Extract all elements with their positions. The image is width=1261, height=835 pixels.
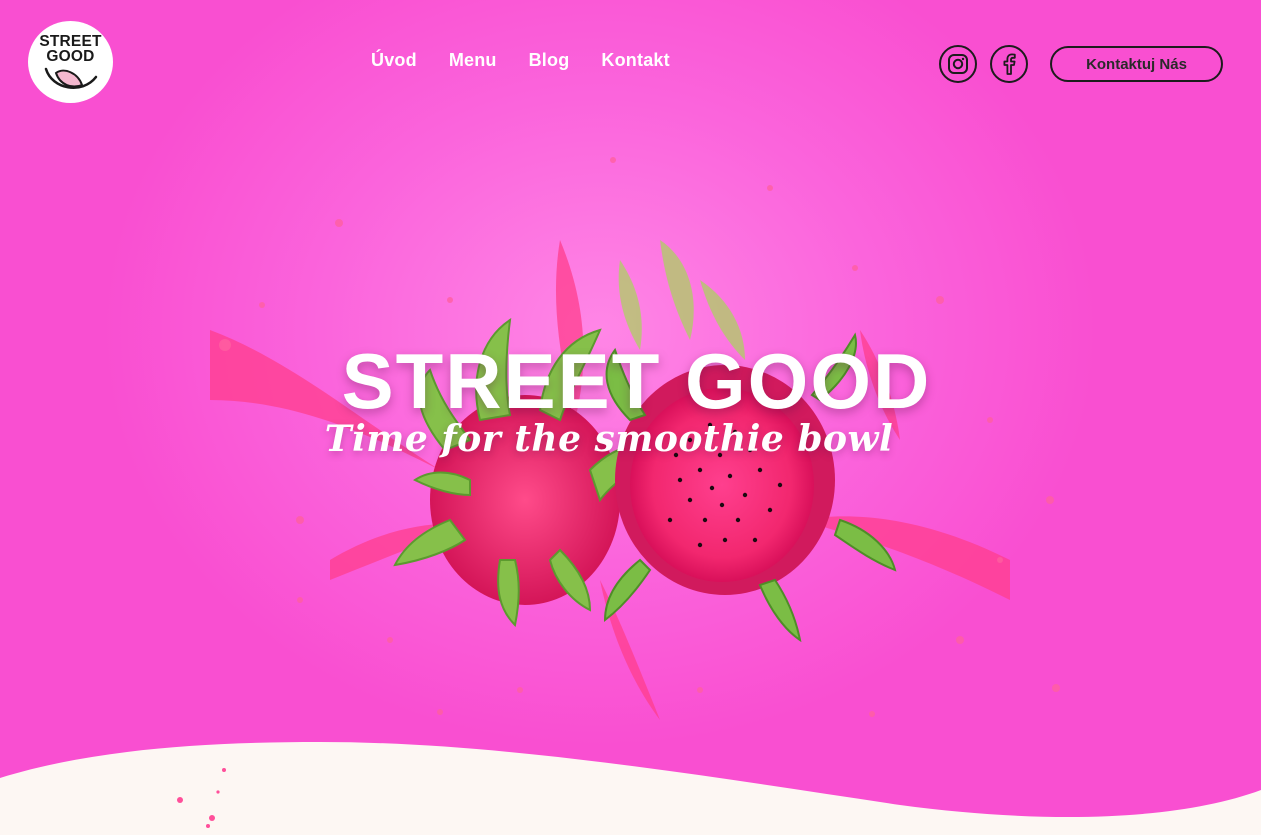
nav-link-kontakt[interactable]: Kontakt xyxy=(601,50,669,71)
hero-section: STREET GOOD Úvod Menu Blog Kontakt Konta… xyxy=(0,0,1261,835)
nav-link-uvod[interactable]: Úvod xyxy=(371,50,417,71)
facebook-button[interactable] xyxy=(990,45,1028,83)
nav-link-blog[interactable]: Blog xyxy=(529,50,570,71)
main-nav: Úvod Menu Blog Kontakt xyxy=(371,50,670,71)
instagram-icon xyxy=(948,54,968,74)
contact-us-button[interactable]: Kontaktuj Nás xyxy=(1050,46,1223,82)
logo-text-line1: STREET xyxy=(39,33,102,50)
hero-title: STREET GOOD xyxy=(341,337,932,425)
instagram-button[interactable] xyxy=(939,45,977,83)
nav-link-menu[interactable]: Menu xyxy=(449,50,497,71)
bottom-wave-divider xyxy=(0,742,1261,835)
hero-tagline: Time for the smoothie bowl xyxy=(324,418,894,460)
leaf-bowl-icon xyxy=(44,67,97,89)
brand-logo[interactable]: STREET GOOD xyxy=(28,21,113,103)
facebook-icon xyxy=(1003,53,1016,75)
logo-text-line2: GOOD xyxy=(46,48,95,65)
